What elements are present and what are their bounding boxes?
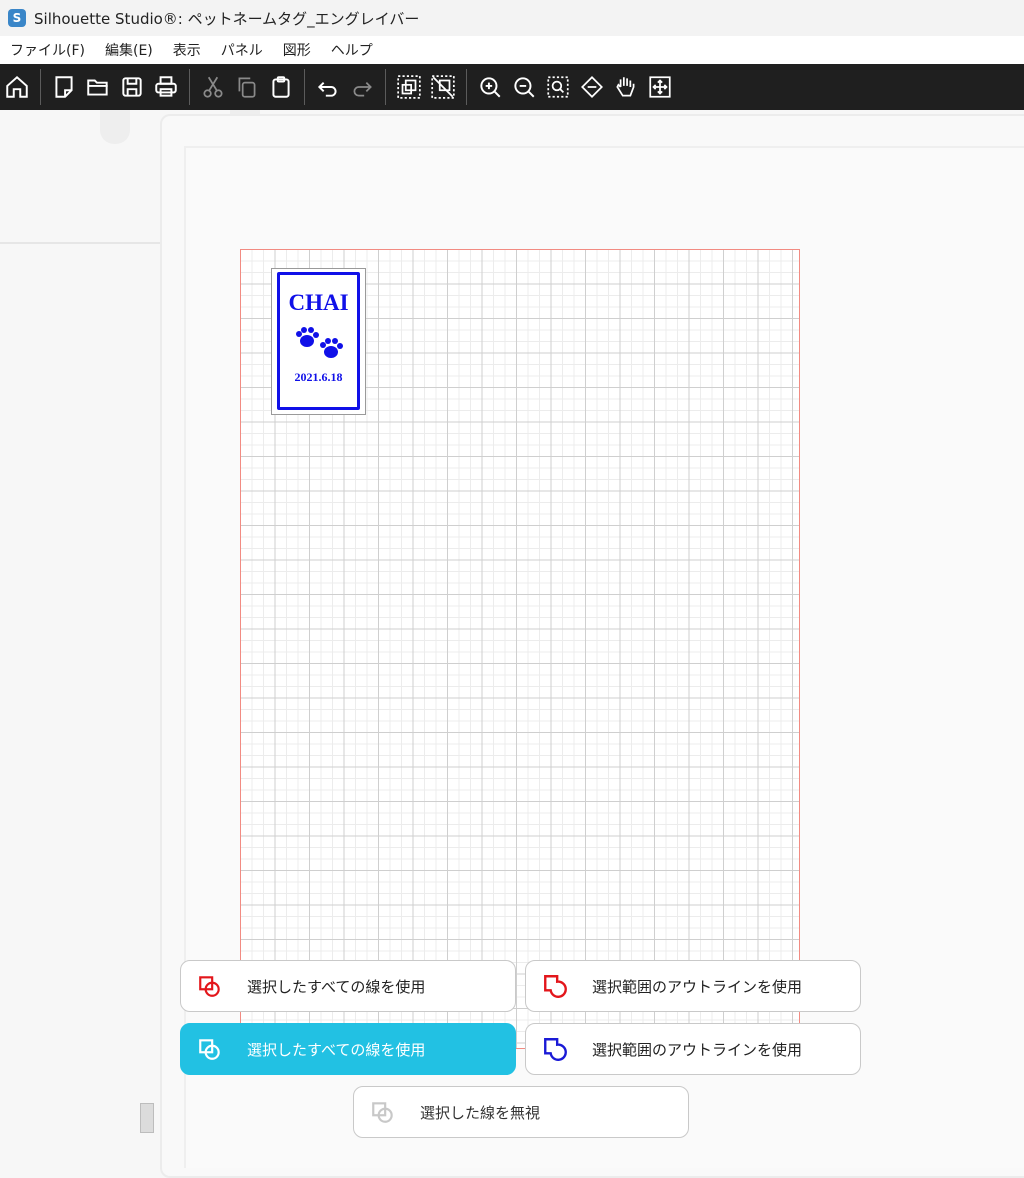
cut-button[interactable]	[196, 64, 230, 110]
left-panel-edge	[0, 110, 160, 244]
redo-icon	[353, 82, 372, 97]
undo-icon	[317, 81, 337, 97]
ungroup-button[interactable]	[426, 64, 460, 110]
option-label: 選択した線を無視	[420, 1103, 541, 1122]
group-icon	[397, 75, 421, 99]
toolbar-separator	[466, 69, 467, 105]
menu-edit[interactable]: 編集(E)	[95, 40, 163, 60]
ungroup-icon	[431, 75, 455, 99]
open-button[interactable]	[81, 64, 115, 110]
fit-window-button[interactable]	[643, 64, 677, 110]
menu-bar: ファイル(F) 編集(E) 表示 パネル 図形 ヘルプ	[0, 36, 1024, 64]
tag-name-text: CHAI	[288, 290, 349, 315]
home-button[interactable]	[0, 64, 34, 110]
paste-icon	[272, 76, 290, 98]
cut-outline-blue-icon	[540, 1034, 570, 1064]
ignore-lines-button[interactable]: 選択した線を無視	[353, 1086, 689, 1138]
open-folder-icon	[87, 79, 108, 96]
fit-page-button[interactable]	[575, 64, 609, 110]
zoom-in-icon	[480, 77, 501, 98]
toolbar-separator	[189, 69, 190, 105]
paw-prints-icon	[296, 327, 343, 358]
group-button[interactable]	[392, 64, 426, 110]
print-button[interactable]	[149, 64, 183, 110]
menu-help[interactable]: ヘルプ	[321, 40, 383, 60]
use-all-lines-button-selected[interactable]: 選択したすべての線を使用	[180, 1023, 516, 1075]
copy-icon	[238, 77, 256, 98]
paste-button[interactable]	[264, 64, 298, 110]
zoom-out-icon	[514, 77, 535, 98]
cut-all-lines-red-icon	[195, 971, 225, 1001]
print-icon	[155, 76, 177, 97]
new-page-button[interactable]	[47, 64, 81, 110]
cut-icon	[203, 76, 223, 98]
fit-page-icon	[581, 76, 603, 98]
zoom-selection-icon	[547, 76, 569, 98]
save-icon	[122, 77, 142, 97]
zoom-selection-button[interactable]	[541, 64, 575, 110]
zoom-out-button[interactable]	[507, 64, 541, 110]
use-all-lines-button[interactable]: 選択したすべての線を使用	[180, 960, 516, 1012]
option-label: 選択したすべての線を使用	[247, 977, 426, 996]
option-label: 選択範囲のアウトラインを使用	[592, 1040, 803, 1059]
tag-date-text: 2021.6.18	[294, 370, 343, 384]
use-outline-button-blue[interactable]: 選択範囲のアウトラインを使用	[525, 1023, 861, 1075]
use-outline-button[interactable]: 選択範囲のアウトラインを使用	[525, 960, 861, 1012]
menu-panel[interactable]: パネル	[211, 40, 273, 60]
save-button[interactable]	[115, 64, 149, 110]
toolbar	[0, 64, 1024, 110]
menu-shape[interactable]: 図形	[273, 40, 321, 60]
scrollbar-handle[interactable]	[140, 1103, 154, 1133]
option-label: 選択したすべての線を使用	[247, 1040, 426, 1059]
title-bar: S Silhouette Studio®: ペットネームタグ_エングレイバー	[0, 0, 1024, 36]
toolbar-separator	[40, 69, 41, 105]
window-title: Silhouette Studio®: ペットネームタグ_エングレイバー	[34, 9, 420, 28]
copy-button[interactable]	[230, 64, 264, 110]
toolbar-separator	[304, 69, 305, 105]
option-label: 選択範囲のアウトラインを使用	[592, 977, 803, 996]
silhouette-logo-icon: S	[8, 9, 26, 27]
cut-all-lines-white-icon	[195, 1034, 225, 1064]
zoom-in-button[interactable]	[473, 64, 507, 110]
ignore-lines-icon	[368, 1097, 398, 1127]
menu-view[interactable]: 表示	[163, 40, 211, 60]
fit-window-icon	[649, 76, 671, 98]
home-icon	[6, 75, 28, 98]
menu-file[interactable]: ファイル(F)	[0, 40, 95, 60]
undo-button[interactable]	[311, 64, 345, 110]
pan-icon	[616, 77, 635, 97]
cut-outline-red-icon	[540, 971, 570, 1001]
panel-tab[interactable]	[100, 110, 130, 144]
pan-button[interactable]	[609, 64, 643, 110]
redo-button[interactable]	[345, 64, 379, 110]
new-page-icon	[55, 76, 73, 98]
toolbar-separator	[385, 69, 386, 105]
